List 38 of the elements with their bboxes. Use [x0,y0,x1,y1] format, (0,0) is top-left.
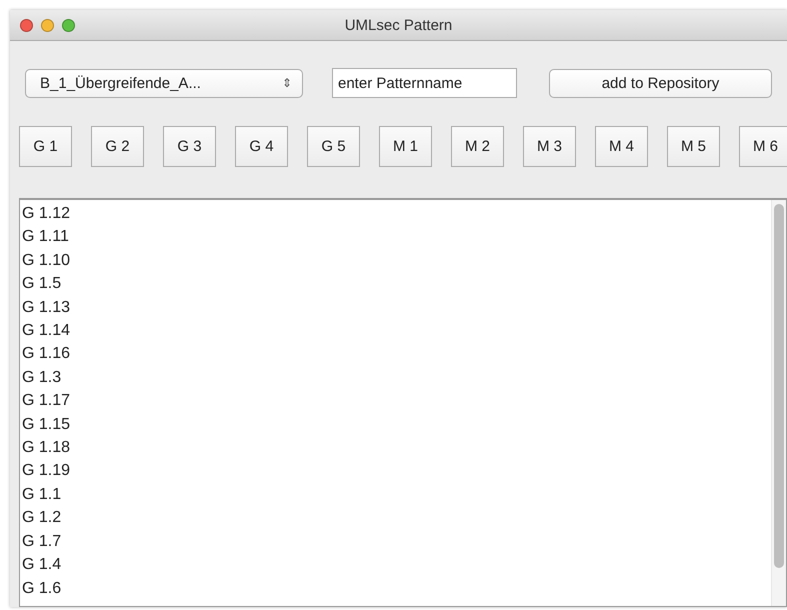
list-item[interactable]: G 1.12 [22,202,70,226]
group-button[interactable]: G 3 [163,126,216,167]
group-button[interactable]: M 1 [379,126,432,167]
group-button[interactable]: M 3 [523,126,576,167]
list-item[interactable]: G 1.7 [22,530,62,554]
list-item[interactable]: G 1.6 [22,576,62,600]
list-item[interactable]: G 1.18 [22,436,70,460]
list-item[interactable]: G 1.4 [22,553,62,576]
group-button[interactable]: G 4 [235,126,288,167]
group-button[interactable]: M 4 [595,126,648,167]
zoom-icon[interactable] [62,18,75,32]
list-item[interactable]: G 1.10 [22,248,70,272]
window-title: UMLsec Pattern [344,16,452,34]
list-item[interactable]: G 1.17 [22,389,70,413]
dropdown-value: B_1_Übergreifende_A... [40,74,201,92]
group-button[interactable]: M 2 [451,126,504,167]
list-item[interactable]: G 1.11 [22,225,69,249]
list-item[interactable]: G 1.16 [22,342,70,366]
add-to-repository-button[interactable]: add to Repository [549,68,772,98]
group-button[interactable]: G 2 [91,126,144,167]
list-item[interactable]: G 1.5 [22,272,62,296]
list-item[interactable]: G 1.3 [22,366,62,390]
group-button[interactable]: G 5 [307,126,360,167]
group-button[interactable]: G 1 [19,126,72,167]
minimize-icon[interactable] [41,18,54,32]
group-button[interactable]: M 6 [739,126,787,167]
stepper-arrows-icon: ⇕ [282,76,292,90]
list-item[interactable]: G 1.19 [22,459,70,483]
list-item[interactable]: G 1.2 [22,506,62,530]
pattern-dropdown[interactable]: B_1_Übergreifende_A... ⇕ [25,68,303,98]
scrollbar-thumb[interactable] [774,204,784,568]
pattern-name-field[interactable]: enter Patternname [332,68,517,98]
list-item[interactable]: G 1.15 [22,412,70,436]
close-icon[interactable] [20,18,33,32]
list-item[interactable]: G 1.1 [22,482,62,506]
list-item[interactable]: G 1.13 [22,296,70,320]
list-item[interactable]: G 1.14 [22,319,70,342]
group-button[interactable]: M 5 [667,126,720,167]
